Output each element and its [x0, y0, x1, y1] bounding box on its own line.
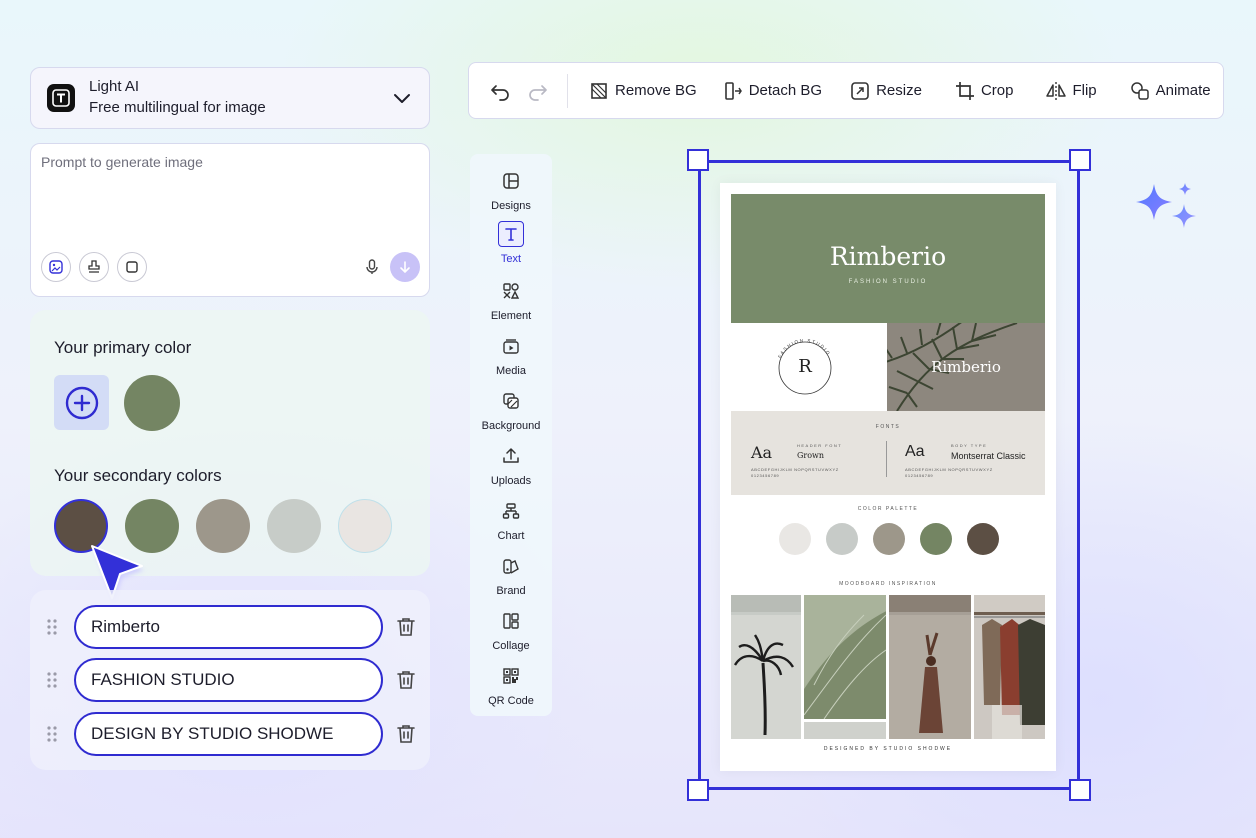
menu-item-collage[interactable]: Collage	[470, 609, 552, 659]
image-edit-icon	[49, 260, 63, 274]
model-logo-icon	[47, 84, 75, 112]
prompt-panel	[30, 143, 430, 297]
menu-label: Uploads	[490, 475, 532, 487]
text-field-row: FASHION STUDIO	[30, 657, 430, 703]
resize-handle-bottom-right[interactable]	[1069, 779, 1091, 801]
secondary-swatch[interactable]	[338, 499, 392, 553]
remove-bg-button[interactable]: Remove BG	[588, 80, 697, 102]
menu-label: Text	[500, 253, 522, 265]
trash-icon[interactable]	[394, 615, 418, 639]
crop-button[interactable]: Crop	[954, 80, 1014, 102]
menu-label: Collage	[492, 640, 530, 652]
detach-bg-label: Detach BG	[748, 82, 823, 99]
remove-background-icon	[591, 82, 607, 99]
undo-icon[interactable]	[489, 80, 511, 102]
stamp-button[interactable]	[79, 252, 109, 282]
menu-item-chart[interactable]: Chart	[470, 499, 552, 549]
secondary-colors-title: Your secondary colors	[54, 466, 222, 485]
menu-label: Element	[490, 310, 532, 322]
text-field-row: Rimberto	[30, 604, 430, 650]
flip-icon	[1046, 81, 1067, 100]
crop-icon	[955, 81, 974, 100]
model-selector[interactable]: Light AI Free multilingual for image	[30, 67, 430, 129]
trash-icon[interactable]	[394, 722, 418, 746]
flip-label: Flip	[1072, 82, 1097, 99]
chevron-down-icon[interactable]	[391, 87, 413, 109]
media-icon	[499, 334, 523, 358]
layout-icon	[499, 169, 523, 193]
text-field-row: DESIGN BY STUDIO SHODWE	[30, 711, 430, 757]
model-description: Free multilingual for image	[89, 99, 266, 116]
remove-bg-label: Remove BG	[615, 82, 697, 99]
menu-item-media[interactable]: Media	[470, 334, 552, 384]
menu-label: Media	[496, 365, 526, 377]
shapes-icon	[499, 279, 523, 303]
resize-handle-bottom-left[interactable]	[687, 779, 709, 801]
resize-handle-top-left[interactable]	[687, 149, 709, 171]
upload-icon	[499, 444, 523, 468]
stamp-icon	[88, 260, 100, 273]
text-field[interactable]: FASHION STUDIO	[74, 658, 383, 702]
collage-icon	[499, 609, 523, 633]
secondary-swatch[interactable]	[267, 499, 321, 553]
text-fields-panel: Rimberto FASHION STUDIO DESIGN BY STUDIO…	[30, 590, 430, 770]
trash-icon[interactable]	[394, 668, 418, 692]
menu-label: Background	[481, 420, 541, 432]
text-field[interactable]: DESIGN BY STUDIO SHODWE	[74, 712, 383, 756]
animate-button[interactable]: Animate	[1129, 80, 1211, 102]
redo-icon[interactable]	[527, 80, 549, 102]
model-name: Light AI	[89, 78, 140, 95]
plus-circle-icon	[65, 386, 98, 419]
background-icon	[499, 389, 523, 413]
image-style-button[interactable]	[41, 252, 71, 282]
animate-label: Animate	[1155, 82, 1211, 99]
menu-item-brand[interactable]: Brand	[470, 554, 552, 604]
text-icon	[498, 221, 524, 247]
primary-swatch[interactable]	[124, 375, 180, 431]
menu-item-designs[interactable]: Designs	[470, 169, 552, 219]
menu-label: QR Code	[488, 695, 534, 707]
detach-icon	[724, 81, 742, 100]
crop-label: Crop	[980, 82, 1014, 99]
resize-icon	[851, 81, 869, 100]
generate-button[interactable]	[390, 252, 420, 282]
text-field[interactable]: Rimberto	[74, 605, 383, 649]
menu-label: Brand	[496, 585, 526, 597]
microphone-icon[interactable]	[363, 258, 381, 276]
colors-panel: Your primary color Your secondary colors	[30, 310, 430, 576]
drag-handle-icon[interactable]	[46, 618, 58, 636]
flip-button[interactable]: Flip	[1045, 80, 1097, 102]
animate-icon	[1130, 81, 1149, 100]
menu-label: Chart	[497, 530, 525, 542]
resize-label: Resize	[876, 82, 922, 99]
menu-label: Designs	[491, 200, 531, 212]
brand-icon	[499, 554, 523, 578]
side-menu: Designs Text Element Media Background Up…	[470, 154, 552, 716]
resize-button[interactable]: Resize	[849, 80, 922, 102]
menu-item-uploads[interactable]: Uploads	[470, 444, 552, 494]
menu-item-text[interactable]: Text	[470, 221, 552, 271]
ai-sparkle-icon	[1136, 183, 1196, 228]
menu-item-element[interactable]: Element	[470, 279, 552, 329]
drag-handle-icon[interactable]	[46, 671, 58, 689]
drag-handle-icon[interactable]	[46, 725, 58, 743]
detach-bg-button[interactable]: Detach BG	[722, 80, 822, 102]
primary-color-title: Your primary color	[54, 338, 192, 357]
square-icon	[126, 261, 138, 273]
aspect-ratio-button[interactable]	[117, 252, 147, 282]
arrow-down-icon	[400, 261, 410, 274]
toolbar-divider	[567, 73, 568, 108]
qr-code-icon	[499, 664, 523, 688]
editor-toolbar: Remove BG Detach BG Resize Crop Flip Ani…	[468, 62, 1224, 119]
resize-handle-top-right[interactable]	[1069, 149, 1091, 171]
add-color-button[interactable]	[54, 375, 109, 430]
chart-icon	[499, 499, 523, 523]
menu-item-background[interactable]: Background	[470, 389, 552, 439]
secondary-swatch[interactable]	[196, 499, 250, 553]
prompt-input[interactable]	[41, 154, 419, 244]
menu-item-qr-code[interactable]: QR Code	[470, 664, 552, 714]
selection-frame[interactable]	[687, 149, 1091, 801]
